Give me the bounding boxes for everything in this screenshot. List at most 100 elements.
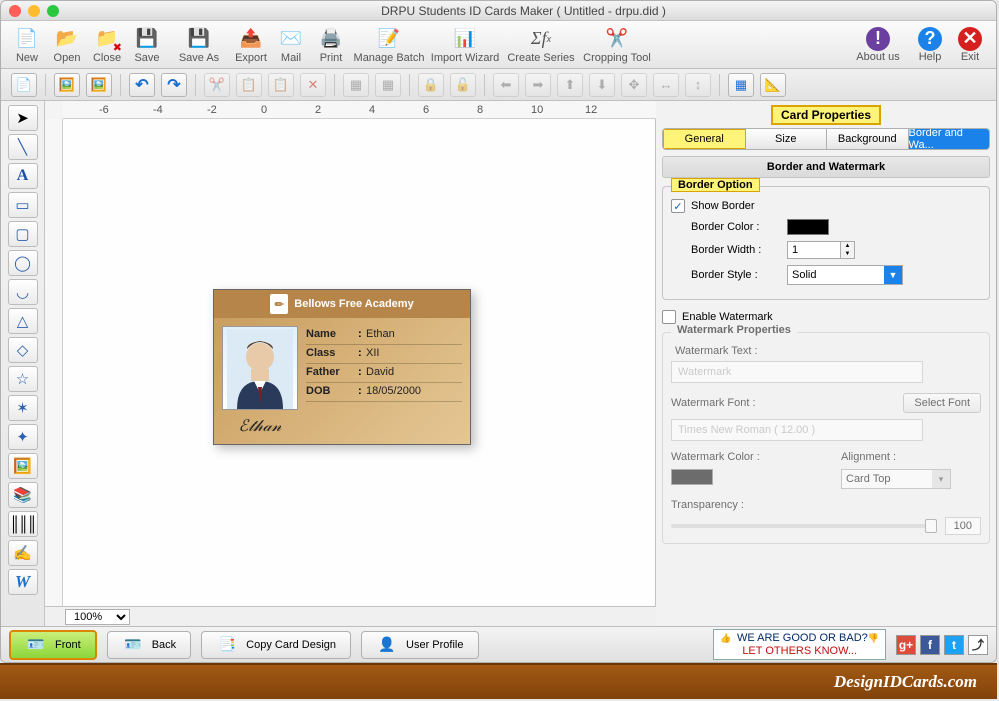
redo-button[interactable]: ↷ [161, 73, 187, 97]
rounded-rect-tool[interactable]: ▢ [8, 221, 38, 247]
signature-tool[interactable]: ✍️ [8, 540, 38, 566]
ruler-button[interactable]: 📐 [760, 73, 786, 97]
googleplus-icon[interactable]: g+ [896, 635, 916, 655]
manage-batch-button[interactable]: 📝Manage Batch [351, 23, 427, 67]
info-row: Name:Ethan [306, 326, 462, 345]
grid-button[interactable]: ▦ [728, 73, 754, 97]
folder-close-icon: 📁✖ [94, 26, 120, 52]
facebook-icon[interactable]: f [920, 635, 940, 655]
bring-front-button[interactable]: ▦ [343, 73, 369, 97]
window-title: DRPU Students ID Cards Maker ( Untitled … [59, 4, 988, 18]
library-tool[interactable]: 📚 [8, 482, 38, 508]
border-width-input[interactable]: 1 [787, 241, 841, 259]
burst-tool[interactable]: ✶ [8, 395, 38, 421]
watermark-text-input[interactable]: Watermark [671, 361, 923, 383]
align-hcenter-button[interactable]: ↔ [653, 73, 679, 97]
text-tool[interactable]: A [8, 163, 38, 189]
paste-button[interactable]: 📋 [268, 73, 294, 97]
align-right-button[interactable]: ➡ [525, 73, 551, 97]
star-tool[interactable]: ☆ [8, 366, 38, 392]
zoom-select[interactable]: 100% [65, 609, 130, 625]
export-button[interactable]: 📤Export [231, 23, 271, 67]
enable-watermark-label: Enable Watermark [682, 311, 773, 323]
save-button[interactable]: 💾Save [127, 23, 167, 67]
tab-general[interactable]: General [663, 129, 746, 149]
watermark-color-swatch[interactable] [671, 469, 713, 485]
saveas-icon: 💾 [186, 26, 212, 52]
help-button[interactable]: ?Help [910, 23, 950, 67]
create-series-button[interactable]: ΣfxCreate Series [503, 23, 579, 67]
align-left-button[interactable]: ⬅ [493, 73, 519, 97]
triangle-tool[interactable]: △ [8, 308, 38, 334]
section-title: Border and Watermark [662, 156, 990, 178]
about-button[interactable]: !About us [846, 23, 910, 67]
cut-button[interactable]: ✂️ [204, 73, 230, 97]
print-button[interactable]: 🖨️Print [311, 23, 351, 67]
border-color-swatch[interactable] [787, 219, 829, 235]
exit-icon: ✕ [958, 27, 982, 51]
border-color-label: Border Color : [691, 221, 787, 233]
save-icon: 💾 [134, 26, 160, 52]
alignment-select[interactable]: Card Top▾ [841, 469, 951, 489]
send-back-button[interactable]: ▦ [375, 73, 401, 97]
image-tool[interactable]: 🖼️ [8, 453, 38, 479]
wordart-tool[interactable]: W [8, 569, 38, 595]
insert-image-button[interactable]: 🖼️ [54, 73, 80, 97]
copy-card-button[interactable]: 📑Copy Card Design [201, 631, 351, 659]
align-bottom-button[interactable]: ⬇ [589, 73, 615, 97]
align-top-button[interactable]: ⬆ [557, 73, 583, 97]
ellipse-tool[interactable]: ◯ [8, 250, 38, 276]
cropping-tool-button[interactable]: ✂️Cropping Tool [579, 23, 655, 67]
show-border-checkbox[interactable]: ✓ [671, 199, 685, 213]
line-tool[interactable]: ╲ [8, 134, 38, 160]
close-button[interactable]: 📁✖Close [87, 23, 127, 67]
mail-button[interactable]: ✉️Mail [271, 23, 311, 67]
import-wizard-button[interactable]: 📊Import Wizard [427, 23, 503, 67]
unlock-button[interactable]: 🔓 [450, 73, 476, 97]
minimize-window-icon[interactable] [28, 5, 40, 17]
new-card-button[interactable]: 📄 [11, 73, 37, 97]
copy-button[interactable]: 📋 [236, 73, 262, 97]
border-width-spinner[interactable]: ▲▼ [841, 241, 855, 259]
align-vcenter-button[interactable]: ↕ [685, 73, 711, 97]
back-button[interactable]: 🪪Back [107, 631, 191, 659]
arc-tool[interactable]: ◡ [8, 279, 38, 305]
align-center-button[interactable]: ✥ [621, 73, 647, 97]
open-button[interactable]: 📂Open [47, 23, 87, 67]
rectangle-tool[interactable]: ▭ [8, 192, 38, 218]
card-front-icon: 🪪 [25, 636, 47, 654]
tab-background[interactable]: Background [827, 129, 909, 149]
user-profile-button[interactable]: 👤User Profile [361, 631, 478, 659]
lock-button[interactable]: 🔒 [418, 73, 444, 97]
transparency-slider[interactable] [671, 524, 937, 528]
zoom-window-icon[interactable] [47, 5, 59, 17]
export-image-button[interactable]: 🖼️ [86, 73, 112, 97]
select-font-button[interactable]: Select Font [903, 393, 981, 413]
diamond-tool[interactable]: ◇ [8, 337, 38, 363]
barcode-tool[interactable]: ║║║ [8, 511, 38, 537]
user-icon: 👤 [376, 636, 398, 654]
left-toolbox: ➤ ╲ A ▭ ▢ ◯ ◡ △ ◇ ☆ ✶ ✦ 🖼️ 📚 ║║║ ✍️ W [1, 101, 45, 626]
close-window-icon[interactable] [9, 5, 21, 17]
canvas[interactable]: ✏ Bellows Free Academy ℰ𝓉𝒽𝒶𝓃 [63, 119, 656, 606]
series-icon: Σfx [528, 26, 554, 52]
undo-button[interactable]: ↶ [129, 73, 155, 97]
rate-us-button[interactable]: 👍 WE ARE GOOD OR BAD?👎LET OTHERS KNOW... [713, 629, 886, 661]
tab-border-watermark[interactable]: Border and Wa... [909, 129, 990, 149]
border-style-select[interactable]: Solid▼ [787, 265, 903, 285]
4point-star-tool[interactable]: ✦ [8, 424, 38, 450]
delete-button[interactable]: ✕ [300, 73, 326, 97]
tab-size[interactable]: Size [746, 129, 828, 149]
select-tool[interactable]: ➤ [8, 105, 38, 131]
new-button[interactable]: 📄New [7, 23, 47, 67]
twitter-icon[interactable]: t [944, 635, 964, 655]
enable-watermark-checkbox[interactable] [662, 310, 676, 324]
new-file-icon: 📄 [14, 26, 40, 52]
properties-panel: Card Properties General Size Background … [656, 101, 996, 626]
front-button[interactable]: 🪪Front [9, 630, 97, 660]
id-card[interactable]: ✏ Bellows Free Academy ℰ𝓉𝒽𝒶𝓃 [213, 289, 471, 445]
chevron-down-icon: ▼ [884, 266, 902, 284]
exit-button[interactable]: ✕Exit [950, 23, 990, 67]
share-icon[interactable]: ⤴ [968, 635, 988, 655]
saveas-button[interactable]: 💾Save As [167, 23, 231, 67]
